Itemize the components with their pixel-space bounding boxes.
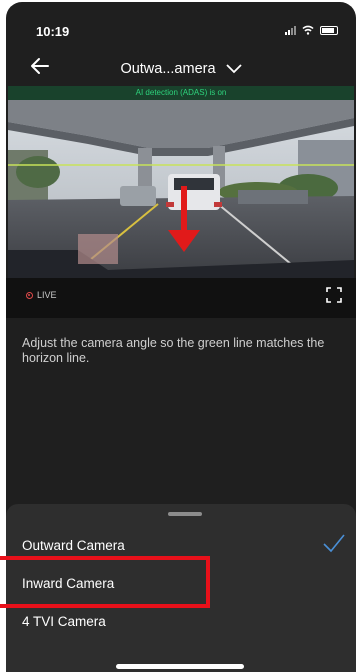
live-bar: LIVE (6, 278, 356, 318)
sheet-handle[interactable] (168, 512, 202, 516)
live-label: LIVE (37, 290, 57, 300)
highlight-box (0, 556, 210, 608)
fullscreen-icon[interactable] (326, 287, 342, 303)
status-icons (285, 25, 338, 35)
live-indicator: LIVE (26, 290, 57, 300)
battery-icon (320, 25, 338, 35)
checkmark-icon (323, 534, 345, 553)
signal-icon (285, 25, 296, 35)
dashcam-view (8, 100, 354, 278)
ai-detection-banner: AI detection (ADAS) is on (8, 86, 354, 100)
status-bar: 10:19 (6, 2, 356, 42)
chevron-down-icon (225, 64, 242, 74)
option-outward-camera[interactable]: Outward Camera (22, 538, 125, 553)
camera-selector[interactable]: Outwa...amera (6, 61, 356, 77)
home-indicator[interactable] (116, 664, 244, 669)
option-4-tvi-camera[interactable]: 4 TVI Camera (22, 614, 106, 629)
record-icon (26, 291, 33, 299)
clock: 10:19 (36, 24, 70, 39)
header: Outwa...amera (6, 50, 356, 86)
instruction-text: Adjust the camera angle so the green lin… (22, 336, 325, 365)
page-title: Outwa...amera (120, 61, 216, 77)
wifi-icon (302, 25, 314, 35)
camera-feed (8, 100, 354, 278)
